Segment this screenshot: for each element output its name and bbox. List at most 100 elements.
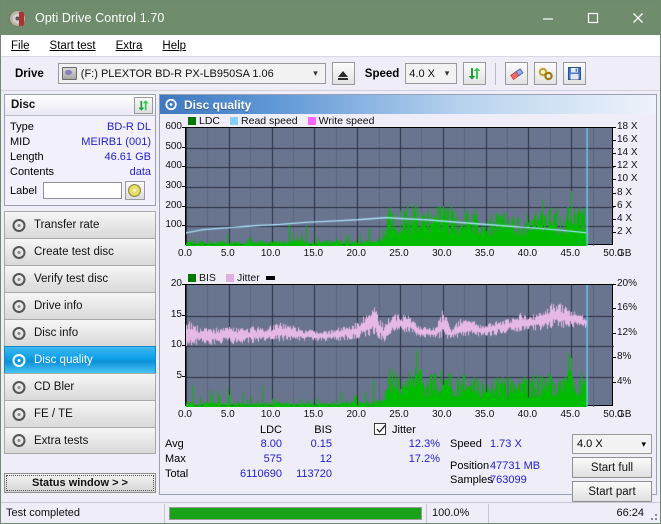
y2-tick-label: 20% (617, 278, 638, 289)
sidebar-item-extra-tests[interactable]: Extra tests (4, 427, 156, 454)
y-tick-mark (182, 127, 185, 128)
sidebar-label-transfer-rate: Transfer rate (34, 219, 100, 231)
y2-tick-label: 12% (617, 326, 638, 338)
x-tick-label: 5.0 (220, 248, 235, 259)
stats-row-label-max: Max (165, 453, 186, 465)
quality-chart-top[interactable]: 100 200 300 400 500 600 2 X4 X6 X8 X 10 X 12 X 14… (160, 121, 656, 271)
disc-mid-label: MID (10, 135, 31, 148)
x-tick-label: 0.0 (178, 409, 192, 420)
x-tick-label: 15.0 (303, 409, 324, 420)
save-button[interactable] (563, 62, 587, 85)
legend-swatch-read-speed (230, 116, 239, 125)
sidebar-label-extra-tests: Extra tests (34, 434, 89, 447)
disc-label-button[interactable] (124, 181, 145, 200)
sidebar-label-disc-info: Disc info (34, 327, 79, 339)
app-window: Opti Drive Control 1.70 File Start test … (0, 0, 661, 524)
disc-panel-header: Disc (5, 95, 155, 116)
stats-bis-total: 113720 (296, 468, 332, 480)
sidebar-item-transfer-rate[interactable]: Transfer rate (4, 211, 156, 238)
chevron-down-icon: ▾ (444, 68, 450, 78)
test-speed-value: 4.0 X (577, 438, 603, 450)
disc-type-value: BD-R DL (106, 120, 151, 133)
status-window-button[interactable]: Status window > > (4, 473, 156, 493)
test-speed-select[interactable]: 4.0 X ▾ (572, 434, 652, 454)
y2-tick-mark (613, 382, 616, 383)
sidebar-label-verify-test-disc: Verify test disc (34, 273, 109, 285)
quality-chart-bottom[interactable]: 5 10 15 20 4% 8% 12% 16% 20% 0.0 5.0 10.0 15.0 20.0 25… (160, 278, 656, 432)
sidebar-item-verify-test-disc[interactable]: Verify test disc (4, 265, 156, 292)
sidebar-item-drive-info[interactable]: Drive info (4, 292, 156, 319)
progress-bar (165, 503, 427, 523)
y2-tick-mark (613, 166, 616, 167)
extra-tests-icon (12, 434, 26, 447)
chart-legend-bottom: BIS Jitter (160, 271, 656, 284)
menu-help[interactable]: Help (160, 39, 195, 53)
x-tick-label: 10.0 (260, 409, 281, 420)
progress-percent: 100.0% (427, 503, 489, 523)
sidebar-item-disc-info[interactable]: Disc info (4, 319, 156, 346)
y-tick-label: 600 (165, 121, 182, 132)
close-icon[interactable] (615, 1, 660, 35)
stats-col-header-ldc: LDC (259, 424, 282, 436)
drive-toolbar: Drive (F:) PLEXTOR BD-R PX-LB950SA 1.06 … (1, 57, 660, 91)
eject-button[interactable] (331, 62, 355, 85)
y-tick-label: 300 (165, 180, 182, 191)
fe-te-icon (12, 407, 26, 421)
refresh-icon (468, 67, 481, 80)
legend-label-jitter: Jitter (236, 271, 260, 284)
sidebar-item-create-test-disc[interactable]: Create test disc (4, 238, 156, 265)
cd-icon (128, 184, 142, 197)
sidebar-item-fe-te[interactable]: FE / TE (4, 400, 156, 427)
sidebar-item-disc-quality[interactable]: Disc quality (4, 346, 156, 373)
drive-select[interactable]: (F:) PLEXTOR BD-R PX-LB950SA 1.06 ▾ (57, 63, 326, 84)
sidebar-item-cd-bler[interactable]: CD Bler (4, 373, 156, 400)
y-tick-mark (182, 147, 185, 148)
sidebar-label-cd-bler: CD Bler (34, 381, 75, 393)
refresh-button[interactable] (463, 62, 487, 85)
erase-button[interactable] (505, 62, 529, 85)
x-tick-label: 20.0 (346, 409, 366, 420)
disc-contents-label: Contents (10, 165, 55, 178)
y2-tick-label: 8% (617, 351, 632, 363)
toolbar-separator (495, 62, 497, 85)
menu-extra[interactable]: Extra (114, 39, 152, 53)
menu-file-label: File (11, 39, 30, 52)
y2-tick-mark (613, 206, 616, 207)
speed-select[interactable]: 4.0 X ▾ (405, 63, 458, 84)
jitter-checkbox[interactable] (374, 423, 386, 435)
legend-label-ldc: LDC (199, 114, 221, 127)
key-button[interactable] (534, 62, 558, 85)
x-tick-label: 30.0 (432, 409, 452, 420)
y2-tick-mark (613, 193, 616, 194)
disc-label-input[interactable] (42, 182, 122, 199)
y-tick-label: 20 (170, 278, 182, 289)
stats-bis-max: 12 (319, 453, 332, 465)
chart-legend-top: LDC Read speed Write speed (160, 114, 656, 127)
legend-swatch-write-speed (307, 116, 316, 125)
legend-swatch-ldc (188, 116, 196, 125)
disc-properties: Type BD-R DL MID MEIRB1 (001) Length 46.… (5, 116, 155, 205)
status-message: Test completed (1, 503, 165, 523)
position-stat-value: 47731 MB (490, 460, 541, 472)
start-full-button[interactable]: Start full (572, 457, 652, 478)
stats-panel: Avg Max Total LDC BIS 8.00 575 6110690 0… (160, 423, 656, 502)
disc-refresh-button[interactable] (134, 96, 153, 114)
create-test-disc-icon (12, 245, 26, 259)
maximize-icon[interactable] (570, 1, 615, 35)
drive-select-value: (F:) PLEXTOR BD-R PX-LB950SA 1.06 (80, 67, 274, 80)
resize-grip[interactable] (647, 510, 657, 520)
legend-swatch-bis (188, 273, 196, 282)
y2-tick-mark (613, 179, 616, 180)
minimize-icon[interactable] (525, 1, 570, 35)
main-body: Disc Type BD-R DL MID MEIRB1 (001) Lengt… (1, 91, 660, 502)
start-part-button[interactable]: Start part (572, 481, 652, 502)
menu-file[interactable]: File (9, 39, 39, 53)
check-icon (376, 425, 386, 433)
menu-start-test[interactable]: Start test (48, 39, 105, 53)
disc-contents-value: data (129, 165, 151, 178)
y2-tick-mark (613, 153, 616, 154)
legend-label-write-speed: Write speed (318, 114, 375, 127)
stats-jitter-avg: 12.3% (408, 438, 440, 450)
samples-stat-label: Samples (450, 474, 493, 486)
disc-length-value: 46.61 GB (104, 150, 151, 163)
